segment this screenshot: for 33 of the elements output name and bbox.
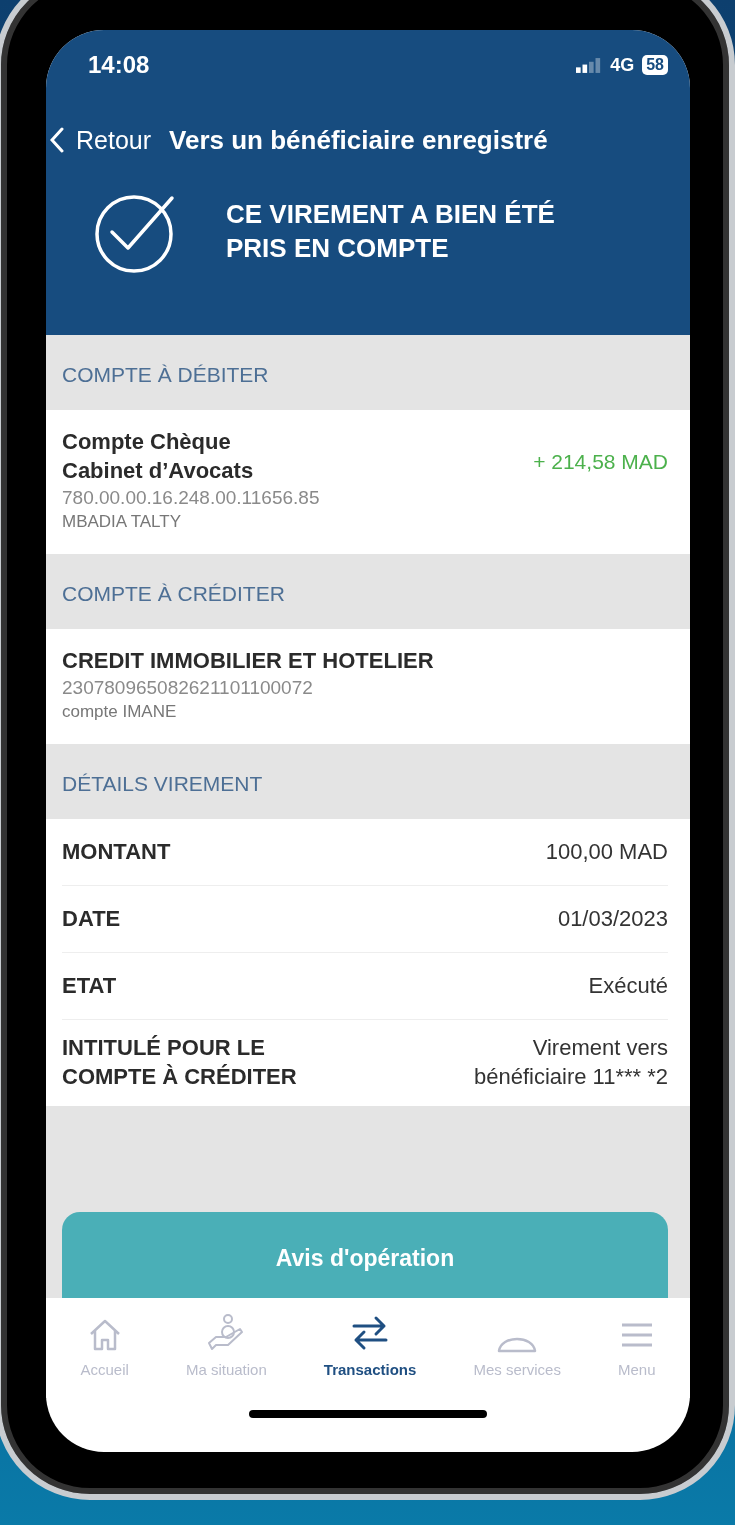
operation-notice-button[interactable]: Avis d'opération: [62, 1212, 668, 1298]
back-button[interactable]: Retour: [50, 125, 152, 155]
detail-value: Virement vers bénéficiaire 11*** *2: [472, 1034, 668, 1091]
tab-item[interactable]: Ma situation: [185, 1298, 267, 1378]
detail-value: 100,00 MAD: [545, 837, 668, 866]
tab-item[interactable]: Mes services: [473, 1298, 561, 1378]
detail-label: MONTANT: [62, 837, 171, 866]
service-bell-icon: [497, 1337, 538, 1353]
section-header: COMPTE À CRÉDITER: [46, 553, 690, 629]
screen-title: Vers un bénéficiaire enregistré: [169, 124, 548, 156]
detail-value: Exécuté: [588, 971, 668, 1000]
account-balance: + 214,58 MAD: [533, 450, 668, 474]
tab-item[interactable]: Accueil: [80, 1298, 129, 1378]
account-number: 780.00.00.16.248.00.11656.85: [62, 486, 320, 511]
account-number: 230780965082621101100072: [62, 676, 314, 701]
battery-level: 58: [642, 55, 668, 75]
account-name: Compte Chèque Cabinet d’Avocats: [62, 428, 255, 485]
section-header: DÉTAILS VIREMENT: [46, 743, 690, 819]
chevron-left-icon: [50, 127, 64, 153]
status-time: 14:08: [88, 51, 150, 79]
detail-value: 01/03/2023: [557, 904, 668, 933]
tab-item[interactable]: Menu: [617, 1298, 656, 1378]
tab-item[interactable]: Transactions: [323, 1298, 417, 1378]
account-name: CREDIT IMMOBILIER ET HOTELIER: [62, 646, 434, 675]
detail-label: ETAT: [62, 971, 117, 1000]
network-type: 4G: [610, 54, 635, 76]
detail-label: DATE: [62, 904, 121, 933]
account-holder: compte IMANE: [62, 701, 178, 723]
detail-label: INTITULÉ POUR LE COMPTE À CRÉDITER: [62, 1034, 298, 1091]
section-header: COMPTE À DÉBITER: [46, 335, 690, 410]
account-holder: MBADIA TALTY: [62, 510, 183, 533]
signal-icon: [576, 57, 603, 73]
confirmation-message: CE VIREMENT A BIEN ÉTÉ PRIS EN COMPTE: [226, 198, 556, 265]
